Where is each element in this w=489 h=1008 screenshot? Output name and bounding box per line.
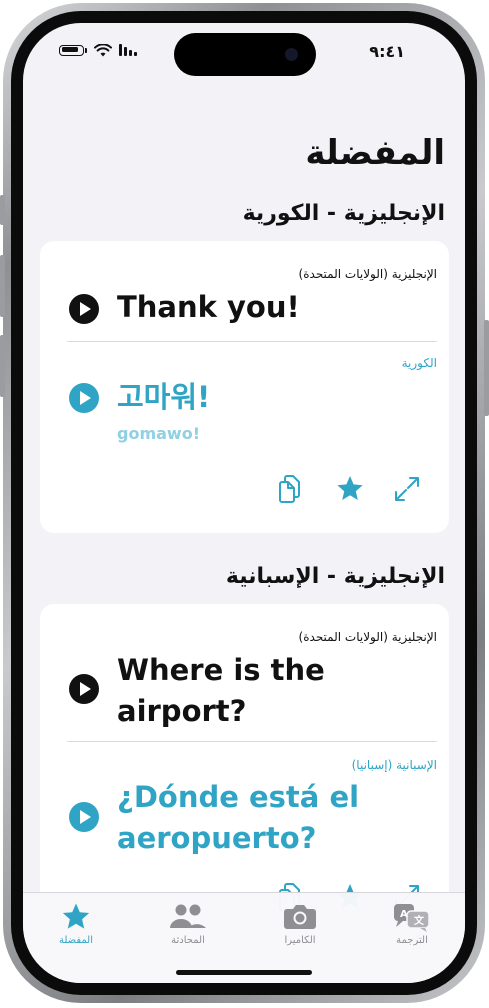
play-target-button[interactable] xyxy=(69,383,99,413)
divider xyxy=(67,741,437,742)
play-target-button[interactable] xyxy=(69,802,99,832)
target-phrase-line: aeropuerto? xyxy=(117,821,317,855)
section-title-english-spanish: الإنجليزية - الإسبانية xyxy=(225,564,445,589)
favorite-card-korean[interactable]: الإنجليزية (الولايات المتحدة) Thank you!… xyxy=(40,241,449,533)
power-button xyxy=(484,320,489,416)
play-icon xyxy=(80,682,91,696)
target-phrase-line: ¿Dónde está el xyxy=(117,780,360,814)
tab-camera[interactable]: الكاميرا xyxy=(260,901,340,946)
svg-text:A: A xyxy=(400,909,408,920)
divider xyxy=(67,341,437,342)
section-title-english-korean: الإنجليزية - الكورية xyxy=(242,201,445,226)
volume-up-button xyxy=(0,255,5,317)
source-language-label: الإنجليزية (الولايات المتحدة) xyxy=(298,267,437,281)
star-filled-icon[interactable] xyxy=(335,474,365,504)
source-phrase: Where is the airport? xyxy=(117,650,325,732)
target-language-label: الكورية xyxy=(401,356,437,370)
copy-icon[interactable] xyxy=(276,474,306,504)
status-time: ٩:٤١ xyxy=(369,42,405,61)
svg-text:文: 文 xyxy=(414,914,425,927)
source-phrase: Thank you! xyxy=(117,290,300,324)
source-language-label: الإنجليزية (الولايات المتحدة) xyxy=(298,630,437,644)
dynamic-island xyxy=(174,33,316,76)
status-icons xyxy=(59,43,137,57)
battery-icon xyxy=(59,44,84,56)
target-language-label: الإسبانية (إسبانيا) xyxy=(351,758,437,772)
tab-label: المحادثة xyxy=(171,935,205,946)
people-icon xyxy=(170,904,206,928)
source-phrase-line: airport? xyxy=(117,694,247,728)
cellular-signal-icon xyxy=(119,44,137,56)
play-source-button[interactable] xyxy=(69,674,99,704)
tab-favorites[interactable]: المفضلة xyxy=(36,901,116,946)
volume-down-button xyxy=(0,335,5,397)
mute-switch xyxy=(0,195,5,225)
romanization: gomawo! xyxy=(117,424,200,443)
tab-label: الترجمة xyxy=(396,935,428,946)
page-title: المفضلة xyxy=(305,133,445,173)
camera-icon xyxy=(284,905,316,929)
tab-label: المفضلة xyxy=(58,935,93,946)
target-phrase: ¿Dónde está el aeropuerto? xyxy=(117,777,359,859)
wifi-icon xyxy=(94,43,112,56)
screen: ٩:٤١ المفضلة الإنجليزية - الكورية الإنجل… xyxy=(23,23,465,983)
play-icon xyxy=(80,302,91,316)
target-phrase: 고마워! xyxy=(117,380,211,414)
tab-label: الكاميرا xyxy=(284,935,316,946)
source-phrase-line: Where is the xyxy=(117,653,325,687)
tab-conversation[interactable]: المحادثة xyxy=(148,901,228,946)
star-icon xyxy=(62,903,90,929)
play-source-button[interactable] xyxy=(69,294,99,324)
translate-icon: A 文 xyxy=(394,904,430,932)
favorite-card-spanish[interactable]: الإنجليزية (الولايات المتحدة) Where is t… xyxy=(40,604,449,924)
expand-icon[interactable] xyxy=(392,474,422,504)
play-icon xyxy=(80,391,91,405)
home-indicator xyxy=(176,970,312,975)
play-icon xyxy=(80,810,91,824)
tab-translate[interactable]: A 文 الترجمة xyxy=(372,901,452,946)
